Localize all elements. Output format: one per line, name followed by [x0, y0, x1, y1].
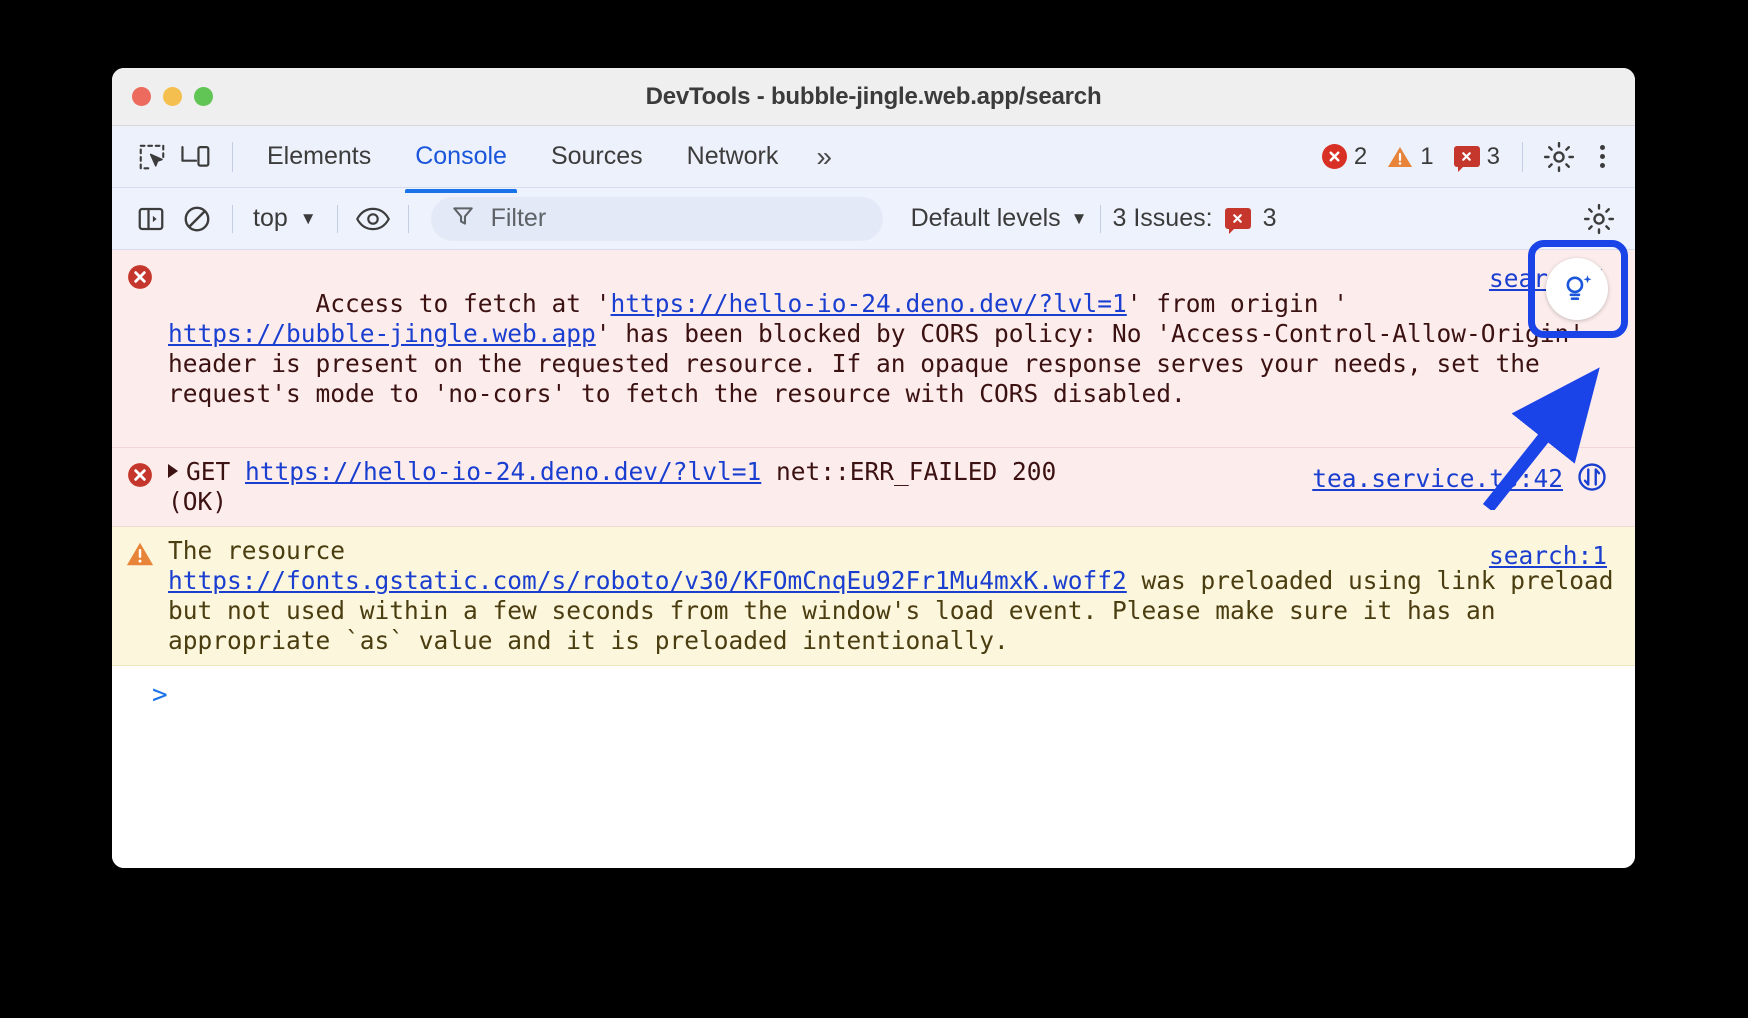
console-message-source-link[interactable]: tea.service.ts:42 — [1312, 462, 1607, 499]
console-toolbar-divider-2 — [337, 205, 338, 233]
window-controls — [132, 87, 213, 106]
msg1-link-request-url[interactable]: https://hello-io-24.deno.dev/?lvl=1 — [245, 457, 761, 486]
more-options-icon[interactable] — [1585, 137, 1619, 177]
execution-context-selector[interactable]: top ▼ — [245, 202, 325, 235]
msg0-link-origin-url[interactable]: https://bubble-jingle.web.app — [168, 319, 596, 348]
tab-list: Elements Console Sources Network » — [247, 136, 846, 177]
inspect-element-icon[interactable] — [130, 137, 174, 177]
console-message-text: The resource https://fonts.gstatic.com/s… — [168, 536, 1635, 656]
console-toolbar-divider-1 — [232, 205, 233, 233]
issues-button[interactable]: 3 Issues: 3 — [1113, 204, 1277, 233]
window-title: DevTools - bubble-jingle.web.app/search — [112, 83, 1635, 111]
console-toolbar-divider-4 — [1100, 205, 1101, 233]
settings-gear-icon[interactable] — [1537, 137, 1581, 177]
warning-count-value: 1 — [1420, 143, 1433, 171]
msg1-trailing: (OK) — [168, 487, 227, 516]
warning-count-button[interactable]: 1 — [1379, 143, 1441, 171]
issues-count-value: 3 — [1263, 204, 1277, 233]
console-toolbar-right — [1577, 199, 1621, 239]
error-circle-icon — [112, 259, 168, 438]
error-count-button[interactable]: 2 — [1314, 143, 1375, 171]
tab-elements[interactable]: Elements — [247, 136, 391, 177]
window-titlebar: DevTools - bubble-jingle.web.app/search — [112, 68, 1635, 126]
tab-overflow-icon[interactable]: » — [802, 143, 846, 171]
console-message-row[interactable]: The resource https://fonts.gstatic.com/s… — [112, 527, 1635, 666]
issue-count-value: 3 — [1487, 143, 1500, 171]
devtools-window: DevTools - bubble-jingle.web.app/search … — [112, 68, 1635, 868]
console-message-text: Access to fetch at 'https://hello-io-24.… — [168, 259, 1635, 438]
prompt-caret-icon: > — [152, 680, 168, 710]
console-prompt[interactable]: > — [112, 666, 1635, 710]
expand-triangle-icon[interactable] — [168, 464, 178, 478]
error-circle-icon — [1322, 144, 1347, 169]
source-link-label: tea.service.ts:42 — [1312, 464, 1563, 493]
close-button[interactable] — [132, 87, 151, 106]
issue-speech-icon — [1454, 146, 1480, 167]
maximize-button[interactable] — [194, 87, 213, 106]
issue-count-button[interactable]: 3 — [1446, 143, 1508, 171]
msg2-part0: The resource — [168, 536, 345, 565]
console-message-source-link[interactable]: search:1 — [1489, 541, 1607, 571]
issue-speech-icon — [1225, 208, 1251, 229]
live-expression-eye-icon[interactable] — [350, 198, 396, 240]
log-levels-label: Default levels — [911, 204, 1061, 233]
tabbar-status-group: 2 1 3 — [1314, 137, 1619, 177]
tab-sources[interactable]: Sources — [531, 136, 663, 177]
devtools-tabbar: Elements Console Sources Network » 2 — [112, 126, 1635, 188]
console-settings-gear-icon[interactable] — [1577, 199, 1621, 239]
log-levels-selector[interactable]: Default levels ▼ — [911, 204, 1088, 233]
tabbar-status-divider — [1522, 142, 1523, 172]
console-message-list[interactable]: Access to fetch at 'https://hello-io-24.… — [112, 250, 1635, 868]
console-toolbar-divider-3 — [408, 205, 409, 233]
clear-console-icon[interactable] — [174, 198, 220, 240]
console-message-row[interactable]: Access to fetch at 'https://hello-io-24.… — [112, 250, 1635, 448]
screenshot-root: DevTools - bubble-jingle.web.app/search … — [0, 0, 1748, 1018]
console-sidebar-toggle-icon[interactable] — [128, 198, 174, 240]
ai-assistance-button[interactable] — [1546, 258, 1608, 320]
warning-triangle-icon — [1387, 145, 1413, 169]
console-message-row[interactable]: GET https://hello-io-24.deno.dev/?lvl=1 … — [112, 448, 1635, 527]
msg0-part0: Access to fetch at ' — [316, 289, 611, 318]
chevron-down-icon: ▼ — [1071, 210, 1088, 227]
tabbar-divider — [232, 142, 233, 172]
filter-input[interactable] — [489, 203, 863, 234]
warning-triangle-icon — [112, 536, 168, 656]
msg0-link-request-url[interactable]: https://hello-io-24.deno.dev/?lvl=1 — [611, 289, 1127, 318]
error-count-value: 2 — [1354, 143, 1367, 171]
msg0-part2: ' from origin ' — [1127, 289, 1348, 318]
device-toolbar-icon[interactable] — [174, 137, 218, 177]
issues-label: 3 Issues: — [1113, 204, 1213, 233]
chevron-down-icon: ▼ — [300, 210, 317, 227]
msg1-part0: GET — [186, 457, 245, 486]
execution-context-value: top — [253, 204, 288, 233]
console-toolbar: top ▼ Default levels — [112, 188, 1635, 250]
error-circle-icon — [112, 457, 168, 517]
filter-container[interactable] — [431, 197, 883, 241]
msg2-link-font-url[interactable]: https://fonts.gstatic.com/s/roboto/v30/K… — [168, 566, 1127, 595]
network-request-icon[interactable] — [1577, 462, 1607, 499]
minimize-button[interactable] — [163, 87, 182, 106]
tab-console[interactable]: Console — [395, 136, 527, 177]
tab-network[interactable]: Network — [667, 136, 799, 177]
filter-funnel-icon — [451, 204, 475, 233]
msg1-part2: net::ERR_FAILED 200 — [761, 457, 1071, 486]
